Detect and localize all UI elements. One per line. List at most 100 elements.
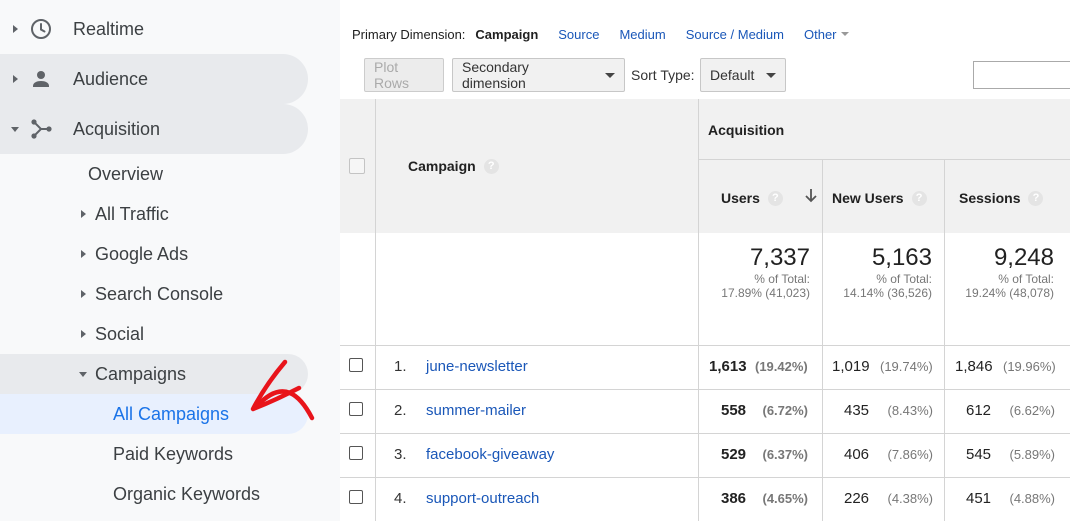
- table-row: 3. facebook-giveaway 529 (6.37%) 406 (7.…: [340, 434, 1070, 478]
- caret-right-icon: [81, 210, 86, 218]
- nav-organic-keywords-label: Organic Keywords: [113, 483, 261, 504]
- dimension-link-medium[interactable]: Medium: [619, 27, 665, 42]
- users-pct: (6.72%): [762, 403, 809, 418]
- users-pct: (6.37%): [762, 447, 809, 462]
- nav-acquisition-label: Acquisition: [73, 118, 161, 139]
- users-column-header[interactable]: Users?: [721, 190, 783, 208]
- data-table: Campaign? Acquisition Users? New Users? …: [340, 99, 1070, 521]
- row-checkbox[interactable]: [349, 446, 363, 460]
- nav-realtime[interactable]: Realtime: [0, 4, 308, 54]
- row-checkbox[interactable]: [349, 490, 363, 504]
- report-main: Primary Dimension: Campaign Source Mediu…: [340, 0, 1070, 521]
- table-row: 4. support-outreach 386 (4.65%) 226 (4.3…: [340, 478, 1070, 521]
- new-users-value: 1,019: [832, 358, 870, 375]
- new-users-pct: (7.86%): [887, 447, 934, 462]
- nav-audience[interactable]: Audience: [0, 54, 308, 104]
- dimension-link-source[interactable]: Source: [558, 27, 599, 42]
- nav-paid-keywords[interactable]: Paid Keywords: [0, 434, 308, 474]
- sidebar: Realtime Audience Acquisition Overview A…: [0, 0, 340, 521]
- users-value: 558: [721, 402, 747, 419]
- new-users-cell: 435 (8.43%): [844, 402, 933, 420]
- new-users-cell: 406 (7.86%): [844, 446, 933, 464]
- nav-all-traffic[interactable]: All Traffic: [0, 194, 308, 234]
- nav-google-ads[interactable]: Google Ads: [0, 234, 308, 274]
- new-users-value: 406: [844, 446, 870, 463]
- users-cell: 529 (6.37%): [721, 446, 808, 464]
- row-number: 1.: [394, 358, 407, 375]
- caret-right-icon: [81, 330, 86, 338]
- users-value: 1,613: [709, 358, 747, 375]
- nav-overview[interactable]: Overview: [0, 154, 308, 194]
- dimension-link-source-medium[interactable]: Source / Medium: [686, 27, 784, 42]
- nav-overview-label: Overview: [88, 163, 164, 184]
- nav-all-traffic-label: All Traffic: [95, 203, 169, 224]
- sort-descending-icon[interactable]: [804, 188, 818, 204]
- sessions-pct: (6.62%): [1009, 403, 1056, 418]
- dimension-current: Campaign: [475, 26, 539, 42]
- caret-right-icon: [13, 75, 18, 83]
- dropdown-arrow-icon: [766, 72, 777, 78]
- table-search-input[interactable]: [973, 61, 1070, 89]
- sessions-cell: 1,846 (19.96%): [955, 358, 1056, 376]
- primary-dimension-label: Primary Dimension:: [352, 26, 466, 42]
- total-value: 5,163: [871, 244, 932, 271]
- new-users-column-header[interactable]: New Users?: [832, 190, 927, 208]
- nav-social-label: Social: [95, 323, 145, 344]
- nav-acquisition[interactable]: Acquisition: [0, 104, 308, 154]
- secondary-dimension-dropdown[interactable]: Secondary dimension: [452, 58, 625, 92]
- total-value: 7,337: [749, 244, 810, 271]
- campaign-link[interactable]: support-outreach: [426, 490, 539, 507]
- row-number: 3.: [394, 446, 407, 463]
- new-users-pct: (8.43%): [887, 403, 934, 418]
- users-value: 529: [721, 446, 747, 463]
- new-users-value: 226: [844, 490, 870, 507]
- nav-campaigns-label: Campaigns: [95, 363, 187, 384]
- caret-down-icon: [79, 372, 87, 377]
- person-icon: [33, 71, 49, 87]
- dropdown-arrow-icon: [840, 32, 849, 36]
- nav-organic-keywords[interactable]: Organic Keywords: [0, 474, 308, 514]
- select-all-checkbox[interactable]: [349, 158, 365, 174]
- row-number: 2.: [394, 402, 407, 419]
- sessions-value: 612: [966, 402, 992, 419]
- row-number: 4.: [394, 490, 407, 507]
- caret-right-icon: [81, 250, 86, 258]
- help-icon[interactable]: ?: [767, 191, 783, 207]
- campaign-header-label: Campaign: [408, 158, 476, 174]
- sessions-cell: 545 (5.89%): [966, 446, 1055, 464]
- sessions-column-header[interactable]: Sessions?: [959, 190, 1044, 208]
- campaign-column-header[interactable]: Campaign?: [408, 158, 499, 176]
- total-label: % of Total:: [998, 272, 1054, 286]
- sort-type-value: Default: [710, 67, 755, 83]
- dropdown-arrow-icon: [605, 72, 615, 78]
- dimension-other-dropdown[interactable]: Other: [804, 27, 849, 42]
- acquisition-icon: [31, 119, 52, 139]
- sessions-total: 9,248 % of Total: 19.24% (48,078): [945, 244, 1054, 300]
- help-icon[interactable]: ?: [911, 191, 927, 207]
- help-icon[interactable]: ?: [483, 159, 499, 175]
- nav-audience-label: Audience: [73, 68, 149, 89]
- help-icon[interactable]: ?: [1028, 191, 1044, 207]
- new-users-value: 435: [844, 402, 870, 419]
- row-checkbox[interactable]: [349, 402, 363, 416]
- clock-icon: [31, 19, 51, 39]
- sessions-header-label: Sessions: [959, 190, 1021, 206]
- plot-rows-button[interactable]: Plot Rows: [364, 58, 444, 92]
- table-row: 1. june-newsletter 1,613 (19.42%) 1,019 …: [340, 346, 1070, 390]
- row-checkbox[interactable]: [349, 358, 363, 372]
- sessions-pct: (4.88%): [1009, 491, 1056, 506]
- new-users-total: 5,163 % of Total: 14.14% (36,526): [823, 244, 932, 300]
- primary-dimension-bar: Primary Dimension: Campaign Source Mediu…: [352, 25, 849, 43]
- sessions-cell: 451 (4.88%): [966, 490, 1055, 508]
- nav-search-console[interactable]: Search Console: [0, 274, 308, 314]
- campaign-link[interactable]: summer-mailer: [426, 402, 526, 419]
- nav-social[interactable]: Social: [0, 314, 308, 354]
- sessions-pct: (19.96%): [1003, 359, 1056, 374]
- sort-type-dropdown[interactable]: Default: [700, 58, 786, 92]
- total-detail: 19.24% (48,078): [965, 286, 1054, 300]
- annotation-arrow-icon: [250, 359, 315, 421]
- nav-realtime-label: Realtime: [73, 18, 145, 39]
- new-users-pct: (4.38%): [887, 491, 934, 506]
- campaign-link[interactable]: june-newsletter: [426, 358, 528, 375]
- campaign-link[interactable]: facebook-giveaway: [426, 446, 554, 463]
